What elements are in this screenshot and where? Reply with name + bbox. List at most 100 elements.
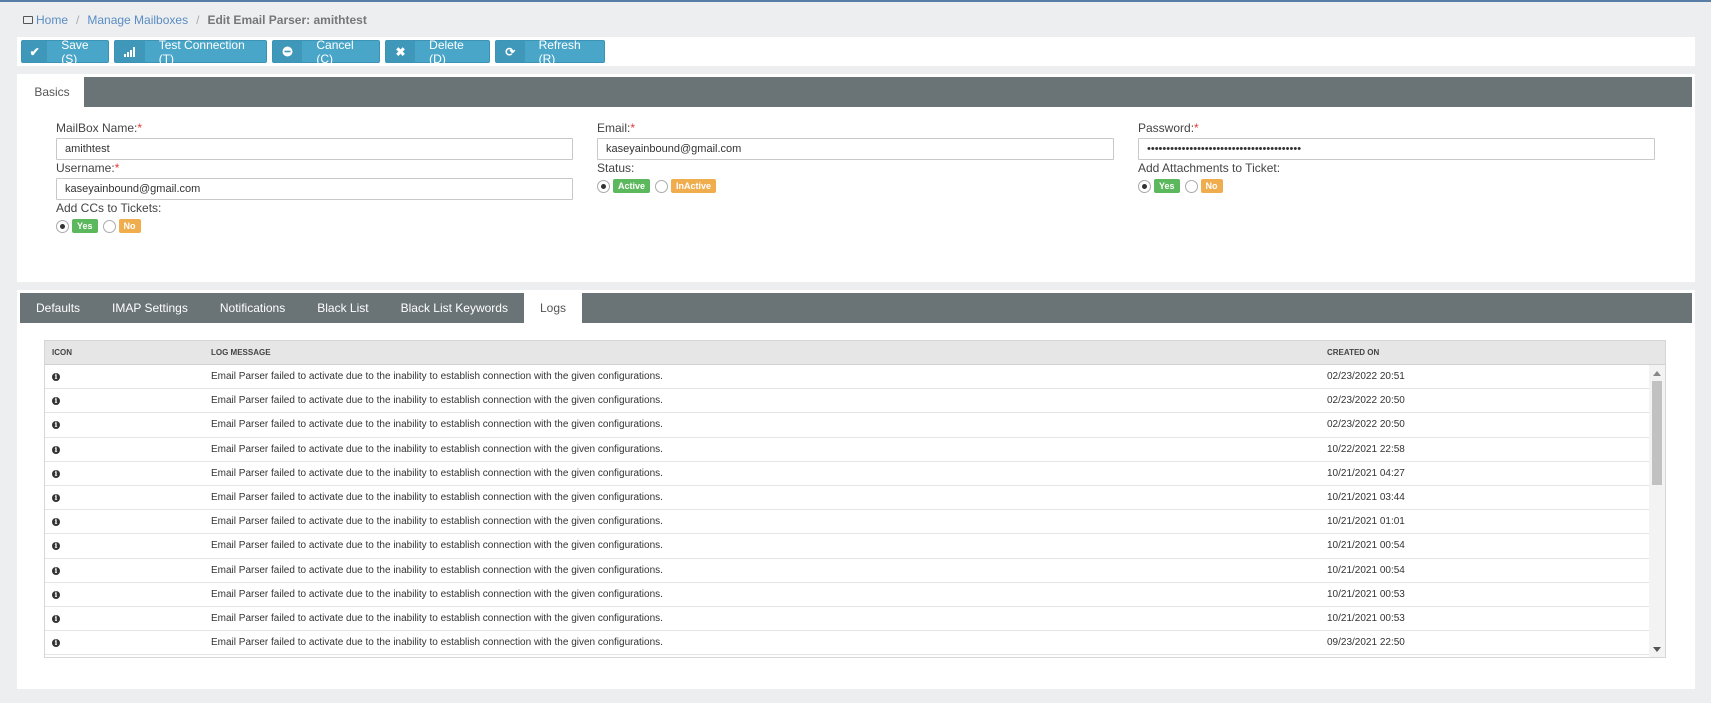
scroll-thumb[interactable]	[1652, 381, 1662, 485]
info-icon: i	[52, 614, 60, 623]
tab-notifications[interactable]: Notifications	[204, 293, 301, 323]
delete-button[interactable]: ✖ Delete (D)	[385, 37, 490, 66]
status-field: Status: Active InActive	[597, 161, 718, 193]
log-date-cell: 10/21/2021 01:01	[1327, 516, 1405, 528]
log-icon-cell: i	[45, 613, 205, 624]
log-message-cell: Email Parser failed to activate due to t…	[211, 637, 663, 649]
breadcrumb-separator: /	[76, 13, 80, 27]
refresh-button[interactable]: ⟳ Refresh (R)	[495, 38, 605, 66]
log-icon-cell: i	[45, 516, 205, 527]
cancel-button[interactable]: Cancel (C)	[272, 38, 380, 66]
table-row[interactable]: i Email Parser failed to activate due to …	[45, 486, 1651, 511]
tab-black-list-keywords[interactable]: Black List Keywords	[385, 293, 524, 323]
table-row[interactable]: i Email Parser failed to activate due to …	[45, 559, 1651, 583]
log-date-cell: 02/23/2022 20:50	[1327, 419, 1405, 431]
table-row[interactable]: i Email Parser failed to activate due to …	[45, 631, 1651, 656]
log-message-cell: Email Parser failed to activate due to t…	[211, 419, 663, 431]
log-date-cell: 10/21/2021 00:54	[1327, 540, 1405, 552]
breadcrumb-home[interactable]: Home	[36, 13, 68, 27]
log-icon-cell: i	[45, 540, 205, 551]
mailbox-name-label: MailBox Name:*	[56, 121, 143, 135]
column-header-icon[interactable]: ICON	[45, 348, 205, 357]
attachments-yes-badge: Yes	[1154, 179, 1180, 193]
signal-icon	[115, 41, 145, 62]
log-icon-cell: i	[45, 371, 205, 382]
scroll-up-arrow[interactable]	[1653, 371, 1661, 376]
log-icon-cell: i	[45, 395, 205, 406]
column-header-log-message[interactable]: LOG MESSAGE	[205, 348, 1323, 357]
tab-logs[interactable]: Logs	[523, 293, 582, 323]
attachments-no-radio[interactable]	[1184, 179, 1198, 193]
test-connection-button[interactable]: Test Connection (T)	[114, 37, 267, 66]
log-message-cell: Email Parser failed to activate due to t…	[211, 371, 663, 383]
log-icon-cell: i	[45, 468, 205, 479]
mailbox-name-input[interactable]	[56, 138, 573, 160]
log-date-cell: 02/23/2022 20:51	[1327, 371, 1405, 383]
save-button[interactable]: ✔ Save (S)	[21, 38, 109, 66]
logs-panel: Defaults IMAP Settings Notifications Bla…	[17, 290, 1695, 689]
basics-panel: Basics MailBox Name:* Email:* Password:*…	[17, 74, 1695, 282]
table-row[interactable]: i Email Parser failed to activate due to …	[45, 462, 1651, 486]
table-row[interactable]: i Email Parser failed to activate due to …	[45, 607, 1651, 632]
tab-basics[interactable]: Basics	[20, 77, 84, 107]
status-inactive-radio[interactable]	[655, 179, 669, 193]
logs-scrollbar[interactable]	[1649, 365, 1665, 657]
mailbox-name-field: MailBox Name:*	[56, 121, 573, 160]
log-date-cell: 10/21/2021 03:44	[1327, 492, 1405, 504]
table-row[interactable]: i Email Parser failed to activate due to …	[45, 510, 1651, 535]
log-date-cell: 09/23/2021 22:50	[1327, 637, 1405, 649]
ccs-field: Add CCs to Tickets: Yes No	[56, 201, 161, 233]
table-row[interactable]: i Email Parser failed to activate due to …	[45, 583, 1651, 607]
log-date-cell: 10/21/2021 00:53	[1327, 612, 1405, 624]
email-input[interactable]	[597, 138, 1114, 160]
log-icon-cell: i	[45, 589, 205, 600]
table-row[interactable]: i Email Parser failed to activate due to …	[45, 438, 1651, 462]
attachments-no-badge: No	[1200, 179, 1223, 193]
tab-defaults[interactable]: Defaults	[20, 293, 96, 323]
table-row[interactable]: i Email Parser failed to activate due to …	[45, 413, 1651, 438]
log-icon-cell: i	[45, 565, 205, 576]
password-input[interactable]	[1138, 138, 1655, 160]
log-message-cell: Email Parser failed to activate due to t…	[211, 612, 663, 624]
table-row[interactable]: i Email Parser failed to activate due to …	[45, 365, 1651, 390]
log-icon-cell: i	[45, 492, 205, 503]
tab-imap-settings[interactable]: IMAP Settings	[96, 293, 204, 323]
attachments-field: Add Attachments to Ticket: Yes No	[1138, 161, 1280, 193]
info-icon: i	[52, 566, 60, 575]
breadcrumb-current: Edit Email Parser: amithtest	[207, 13, 367, 27]
username-field: Username:*	[56, 161, 573, 200]
log-message-cell: Email Parser failed to activate due to t…	[211, 443, 663, 455]
ccs-yes-radio[interactable]	[56, 219, 69, 233]
username-label: Username:*	[56, 161, 120, 175]
status-active-badge: Active	[613, 179, 651, 193]
breadcrumb: Home / Manage Mailboxes / Edit Email Par…	[23, 13, 367, 27]
basics-tabbar: Basics	[20, 77, 1692, 107]
refresh-icon: ⟳	[496, 41, 525, 62]
attachments-yes-radio[interactable]	[1138, 179, 1151, 193]
table-row[interactable]: i Email Parser failed to activate due to …	[45, 389, 1651, 414]
breadcrumb-manage-mailboxes[interactable]: Manage Mailboxes	[87, 13, 188, 27]
info-icon: i	[52, 421, 60, 430]
log-message-cell: Email Parser failed to activate due to t…	[211, 395, 663, 407]
breadcrumb-separator: /	[196, 13, 200, 27]
log-date-cell: 10/21/2021 04:27	[1327, 467, 1405, 479]
password-field: Password:*	[1138, 121, 1655, 160]
log-icon-cell: i	[45, 444, 205, 455]
column-header-created-on[interactable]: CREATED ON	[1323, 348, 1643, 357]
ccs-yes-badge: Yes	[72, 219, 98, 233]
info-icon: i	[52, 590, 60, 599]
test-connection-label: Test Connection (T)	[158, 37, 245, 66]
status-active-radio[interactable]	[597, 179, 610, 193]
ccs-no-radio[interactable]	[102, 219, 116, 233]
username-input[interactable]	[56, 178, 573, 200]
home-icon[interactable]	[23, 16, 33, 24]
toolbar: ✔ Save (S) Test Connection (T) Cancel (C…	[17, 37, 1695, 66]
info-icon: i	[52, 469, 60, 478]
info-icon: i	[52, 639, 60, 648]
scroll-down-arrow[interactable]	[1653, 647, 1661, 652]
info-icon: i	[52, 445, 60, 454]
email-field: Email:*	[597, 121, 1114, 160]
tab-black-list[interactable]: Black List	[301, 293, 384, 323]
delete-button-label: Delete (D)	[429, 37, 464, 66]
table-row[interactable]: i Email Parser failed to activate due to …	[45, 534, 1651, 559]
